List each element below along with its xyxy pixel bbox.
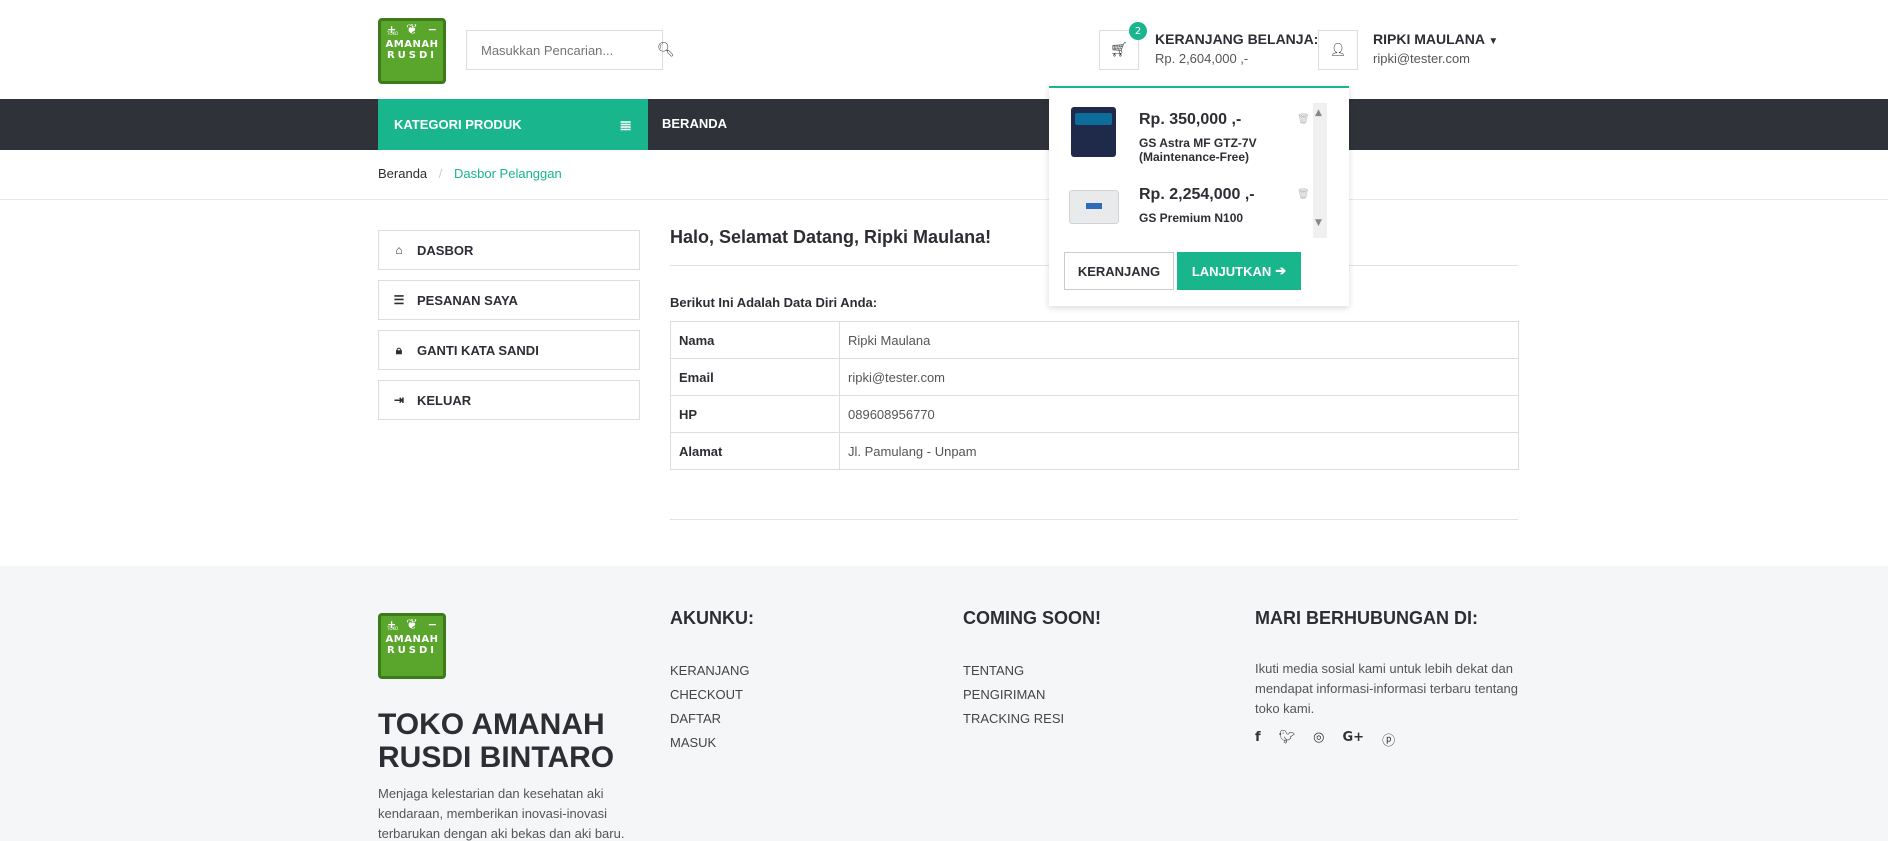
sidebar-item-label: PESANAN SAYA bbox=[417, 292, 518, 308]
row-key: Alamat bbox=[670, 432, 840, 470]
category-label: KATEGORI PRODUK bbox=[394, 117, 522, 132]
scroll-down-icon[interactable]: ▼ bbox=[1315, 218, 1322, 228]
row-value: Jl. Pamulang - Unpam bbox=[839, 432, 1519, 470]
trash-icon[interactable]: 🗑︎ bbox=[1297, 189, 1310, 200]
leaf-icon: ❦ bbox=[406, 617, 418, 633]
sidebar-item-label: GANTI KATA SANDI bbox=[417, 342, 539, 358]
product-image[interactable] bbox=[1071, 107, 1116, 157]
footer-link-masuk[interactable]: MASUK bbox=[670, 735, 716, 750]
footer-link-tracking[interactable]: TRACKING RESI bbox=[963, 711, 1064, 726]
continue-button[interactable]: LANJUTKAN ➔ bbox=[1177, 252, 1301, 290]
footer-akunku-title: AKUNKU: bbox=[670, 608, 754, 628]
list-icon: ☰ bbox=[393, 293, 405, 307]
user-icon: 👤︎ bbox=[1329, 42, 1347, 58]
facebook-icon[interactable]: f bbox=[1255, 730, 1261, 749]
scroll-up-icon[interactable]: ▲ bbox=[1315, 108, 1322, 118]
cart-count-badge: 2 bbox=[1129, 22, 1147, 40]
footer-logo: + ❦ − AMANAH RUSDI TOKO bbox=[378, 613, 446, 679]
sidebar-item-pesanan[interactable]: ☰ PESANAN SAYA bbox=[378, 280, 640, 320]
breadcrumb-separator: / bbox=[438, 166, 443, 181]
google-plus-icon[interactable]: G+ bbox=[1343, 730, 1365, 749]
breadcrumb-bar bbox=[0, 150, 1888, 200]
cart-item-name[interactable]: GS Astra MF GTZ-7V (Maintenance-Free) bbox=[1139, 136, 1279, 164]
bars-icon: ≣ bbox=[619, 116, 632, 134]
store-logo[interactable]: + ❦ − AMANAH RUSDI TOKO bbox=[378, 18, 446, 84]
user-button[interactable]: 👤︎ bbox=[1318, 30, 1358, 70]
caret-down-icon: ▼ bbox=[1488, 36, 1499, 47]
trash-icon[interactable]: 🗑︎ bbox=[1297, 114, 1310, 125]
view-cart-button[interactable]: KERANJANG bbox=[1064, 252, 1174, 290]
footer-description: Menjaga kelestarian dan kesehatan aki ke… bbox=[378, 786, 625, 841]
continue-label: LANJUTKAN bbox=[1191, 263, 1272, 279]
divider bbox=[670, 519, 1518, 520]
logo-tag: TOKO bbox=[387, 31, 399, 36]
footer-contact-text: Ikuti media sosial kami untuk lebih deka… bbox=[1255, 661, 1519, 716]
user-name: RIPKI MAULANA bbox=[1373, 31, 1485, 47]
table-row: Nama Ripki Maulana bbox=[670, 321, 1519, 359]
logo-tag: TOKO bbox=[387, 626, 399, 631]
logo-text-line1: AMANAH bbox=[385, 634, 439, 645]
cart-item-price: Rp. 350,000 ,- bbox=[1139, 111, 1242, 128]
row-key: HP bbox=[670, 395, 840, 433]
logo-text-line2: RUSDI bbox=[386, 645, 438, 656]
row-value: Ripki Maulana bbox=[839, 321, 1519, 359]
logo-text-line2: RUSDI bbox=[386, 50, 438, 61]
row-value: 089608956770 bbox=[839, 395, 1519, 433]
pinterest-icon[interactable]: ⓟ bbox=[1382, 730, 1395, 749]
lock-icon: 🔒︎ bbox=[395, 342, 403, 357]
breadcrumb-current: Dasbor Pelanggan bbox=[454, 166, 562, 181]
footer-link-tentang[interactable]: TENTANG bbox=[963, 663, 1024, 678]
nav-link-beranda[interactable]: BERANDA bbox=[662, 116, 727, 131]
table-row: Email ripki@tester.com bbox=[670, 358, 1519, 396]
sidebar-item-ganti-sandi[interactable]: 🔒︎ GANTI KATA SANDI bbox=[378, 330, 640, 370]
cart-item-price: Rp. 2,254,000 ,- bbox=[1139, 186, 1255, 203]
arrow-circle-right-icon: ➔ bbox=[1275, 263, 1287, 278]
footer-contact-title: MARI BERHUBUNGAN DI: bbox=[1255, 608, 1478, 628]
row-key: Email bbox=[670, 358, 840, 396]
footer-link-pengiriman[interactable]: PENGIRIMAN bbox=[963, 687, 1045, 702]
footer-coming-title: COMING SOON! bbox=[963, 608, 1101, 628]
footer-link-daftar[interactable]: DAFTAR bbox=[670, 711, 721, 726]
row-value: ripki@tester.com bbox=[839, 358, 1519, 396]
footer bbox=[0, 566, 1888, 841]
leaf-icon: ❦ bbox=[406, 22, 418, 38]
row-key: Nama bbox=[670, 321, 840, 359]
breadcrumb-home[interactable]: Beranda bbox=[378, 166, 427, 181]
table-row: HP 089608956770 bbox=[670, 395, 1519, 433]
sidebar-item-label: KELUAR bbox=[417, 392, 472, 408]
minus-icon: − bbox=[427, 618, 437, 631]
social-links: f 🐦︎ ◎ G+ ⓟ bbox=[1255, 730, 1395, 749]
instagram-icon[interactable]: ◎ bbox=[1313, 730, 1324, 749]
footer-link-checkout[interactable]: CHECKOUT bbox=[670, 687, 743, 702]
search-input[interactable] bbox=[467, 31, 657, 69]
footer-link-keranjang[interactable]: KERANJANG bbox=[670, 663, 749, 678]
table-row: Alamat Jl. Pamulang - Unpam bbox=[670, 432, 1519, 470]
sidebar-item-keluar[interactable]: ⇥ KELUAR bbox=[378, 380, 640, 420]
profile-subheading: Berikut Ini Adalah Data Diri Anda: bbox=[670, 295, 878, 310]
profile-table: Nama Ripki Maulana Email ripki@tester.com … bbox=[670, 321, 1519, 470]
logo-text-line1: AMANAH bbox=[385, 39, 439, 50]
twitter-icon[interactable]: 🐦︎ bbox=[1279, 730, 1296, 749]
user-name-dropdown[interactable]: RIPKI MAULANA ▼ bbox=[1373, 31, 1498, 47]
cart-item-name[interactable]: GS Premium N100 bbox=[1139, 211, 1243, 225]
sign-out-icon: ⇥ bbox=[393, 393, 405, 407]
home-icon: ⌂ bbox=[395, 243, 403, 257]
sidebar-item-label: DASBOR bbox=[417, 242, 474, 258]
sidebar-item-dasbor[interactable]: ⌂ DASBOR bbox=[378, 230, 640, 270]
minus-icon: − bbox=[427, 23, 437, 36]
search-icon[interactable]: 🔍︎ bbox=[657, 42, 675, 58]
main-navbar bbox=[0, 99, 1888, 150]
breadcrumb: Beranda / Dasbor Pelanggan bbox=[378, 166, 562, 181]
category-menu-button[interactable]: KATEGORI PRODUK ≣ bbox=[378, 99, 648, 150]
welcome-heading: Halo, Selamat Datang, Ripki Maulana! bbox=[670, 227, 992, 247]
cart-total: Rp. 2,604,000 ,- bbox=[1155, 51, 1249, 66]
search-bar: 🔍︎ bbox=[466, 30, 675, 70]
footer-brand: TOKO AMANAH RUSDI BINTARO bbox=[378, 708, 615, 774]
user-email: ripki@tester.com bbox=[1373, 51, 1470, 66]
product-image[interactable] bbox=[1069, 190, 1119, 224]
shopping-cart-icon: 🛒︎ bbox=[1110, 42, 1128, 58]
cart-title[interactable]: KERANJANG BELANJA: bbox=[1155, 31, 1318, 47]
